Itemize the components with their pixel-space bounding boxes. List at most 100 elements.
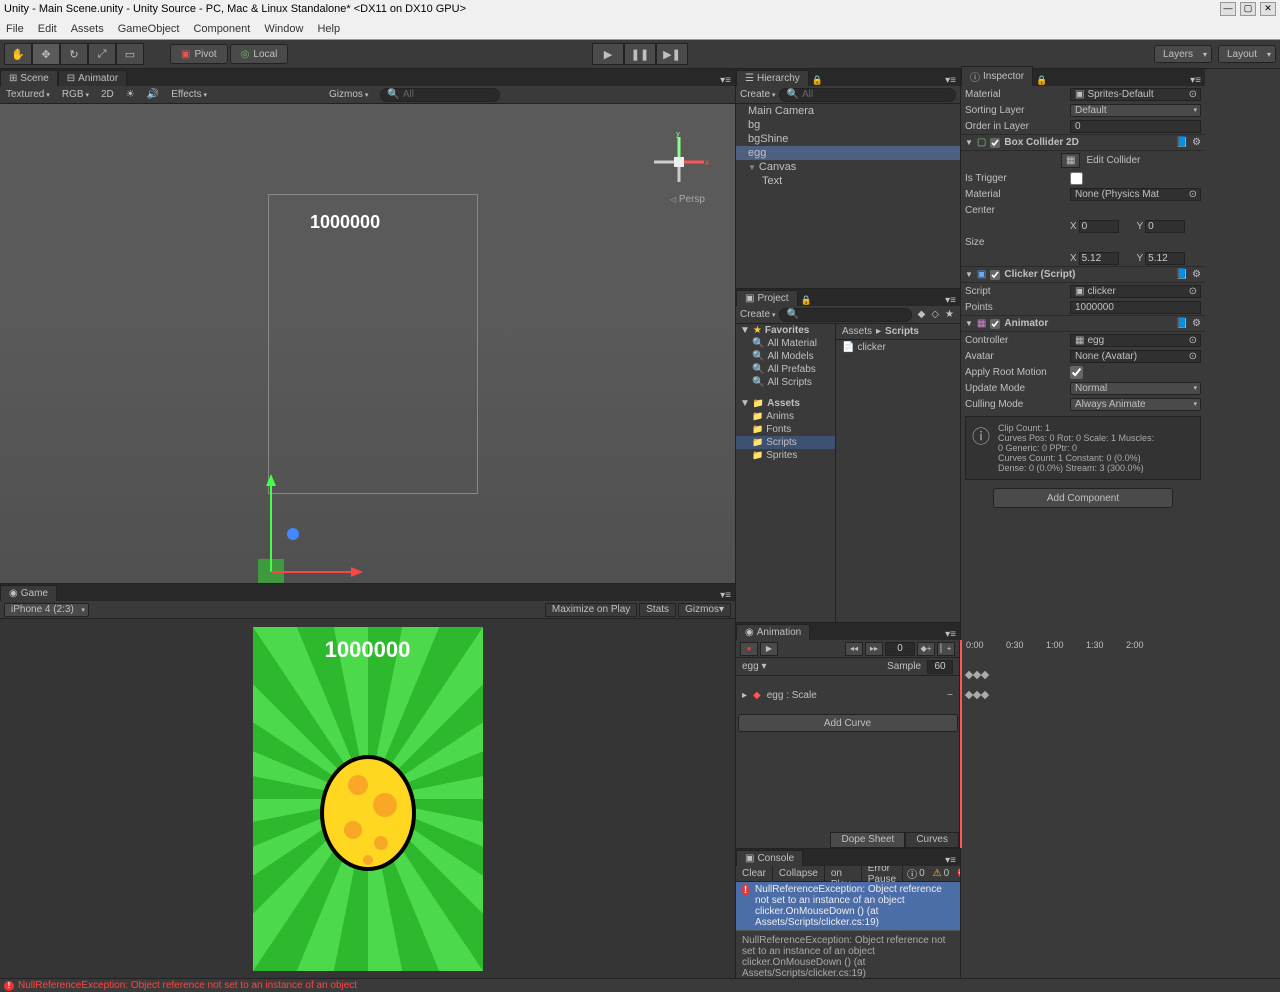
- hand-tool[interactable]: ✋: [4, 43, 32, 65]
- move-tool[interactable]: ✥: [32, 43, 60, 65]
- component-header-animator[interactable]: ▼ ▦ Animator 📘 ⚙: [961, 315, 1205, 332]
- tab-inspector[interactable]: ⓘInspector: [961, 66, 1033, 86]
- favorite-item[interactable]: 🔍All Material: [736, 337, 835, 350]
- scene-search[interactable]: 🔍All: [380, 88, 500, 102]
- stats-toggle[interactable]: Stats: [639, 603, 676, 617]
- rotate-tool[interactable]: ↻: [60, 43, 88, 65]
- anim-play-button[interactable]: ▶: [760, 642, 778, 656]
- frame-field[interactable]: [885, 642, 915, 656]
- pause-button[interactable]: ❚❚: [624, 43, 656, 65]
- panel-menu-icon[interactable]: ▾≡: [941, 295, 960, 306]
- shading-dropdown[interactable]: Textured: [6, 89, 50, 100]
- points-field[interactable]: 1000000: [1070, 301, 1201, 314]
- local-button[interactable]: ◎Local: [230, 44, 289, 64]
- help-icon[interactable]: 📘: [1176, 318, 1188, 329]
- save-search-icon[interactable]: ★: [943, 309, 956, 320]
- gear-icon[interactable]: ⚙: [1192, 269, 1201, 280]
- error-pause-button[interactable]: Error Pause: [862, 866, 903, 881]
- component-header-clicker[interactable]: ▼ ▣ Clicker (Script) 📘 ⚙: [961, 266, 1205, 283]
- component-enable-checkbox[interactable]: [990, 138, 1000, 148]
- aspect-dropdown[interactable]: iPhone 4 (2:3): [4, 603, 89, 617]
- render-mode-dropdown[interactable]: RGB: [62, 89, 89, 100]
- transform-gizmo[interactable]: [258, 474, 368, 583]
- material-field[interactable]: ▣Sprites-Default: [1070, 88, 1201, 101]
- help-icon[interactable]: 📘: [1176, 269, 1188, 280]
- game-gizmos-toggle[interactable]: Gizmos ▾: [678, 603, 731, 617]
- gear-icon[interactable]: ⚙: [1192, 318, 1201, 329]
- hierarchy-item[interactable]: bgShine: [736, 132, 960, 146]
- add-curve-button[interactable]: Add Curve: [738, 714, 958, 732]
- center-y-field[interactable]: [1145, 220, 1185, 233]
- minimize-button[interactable]: —: [1220, 2, 1236, 16]
- gear-icon[interactable]: ⚙: [1192, 137, 1201, 148]
- hierarchy-create[interactable]: Create: [740, 89, 775, 100]
- asset-item[interactable]: 📄clicker: [836, 340, 960, 355]
- favorite-item[interactable]: 🔍All Prefabs: [736, 363, 835, 376]
- project-create[interactable]: Create: [740, 309, 775, 320]
- dope-sheet-tab[interactable]: Dope Sheet: [830, 832, 905, 848]
- sample-field[interactable]: [927, 660, 953, 674]
- layers-dropdown[interactable]: Layers: [1154, 45, 1212, 63]
- curves-tab[interactable]: Curves: [905, 832, 959, 848]
- tab-project[interactable]: ▣Project: [736, 290, 798, 306]
- tab-console[interactable]: ▣Console: [736, 850, 803, 866]
- menu-help[interactable]: Help: [317, 23, 340, 35]
- rect-tool[interactable]: ▭: [116, 43, 144, 65]
- search-asset-icon[interactable]: ◆: [916, 309, 928, 320]
- add-event-button[interactable]: ▏+: [937, 642, 955, 656]
- hierarchy-item[interactable]: Text: [736, 174, 960, 188]
- breadcrumb-item[interactable]: Scripts: [885, 326, 919, 337]
- folder-item[interactable]: 📁Fonts: [736, 423, 835, 436]
- help-icon[interactable]: 📘: [1176, 137, 1188, 148]
- gizmos-dropdown[interactable]: Gizmos: [329, 89, 368, 100]
- pivot-button[interactable]: ▣Pivot: [170, 44, 228, 64]
- panel-menu-icon[interactable]: ▾≡: [941, 855, 960, 866]
- panel-menu-icon[interactable]: ▾≡: [1186, 75, 1205, 86]
- sorting-layer-dropdown[interactable]: Default: [1070, 104, 1201, 117]
- tab-scene[interactable]: ⊞Scene: [0, 70, 58, 86]
- menu-file[interactable]: File: [6, 23, 24, 35]
- panel-menu-icon[interactable]: ▾≡: [941, 629, 960, 640]
- add-component-button[interactable]: Add Component: [993, 488, 1173, 508]
- lock-icon[interactable]: 🔒: [809, 75, 826, 86]
- foldout-icon[interactable]: ▼: [965, 319, 973, 328]
- hierarchy-search[interactable]: 🔍All: [779, 88, 956, 102]
- clear-on-play-button[interactable]: Clear on Play: [825, 866, 862, 881]
- avatar-field[interactable]: None (Avatar): [1070, 350, 1201, 363]
- menu-gameobject[interactable]: GameObject: [118, 23, 180, 35]
- orientation-gizmo[interactable]: y x: [649, 132, 709, 192]
- hierarchy-item[interactable]: egg: [736, 146, 960, 160]
- lock-icon[interactable]: 🔒: [798, 295, 815, 306]
- foldout-icon[interactable]: ▼: [748, 163, 756, 172]
- prev-key-button[interactable]: ◂◂: [845, 642, 863, 656]
- warn-count[interactable]: ⚠0: [929, 866, 954, 881]
- size-y-field[interactable]: [1145, 252, 1185, 265]
- panel-menu-icon[interactable]: ▾≡: [941, 75, 960, 86]
- collider-material-field[interactable]: None (Physics Mat: [1070, 188, 1201, 201]
- favorite-item[interactable]: 🔍All Scripts: [736, 376, 835, 389]
- search-type-icon[interactable]: ◇: [929, 309, 941, 320]
- panel-menu-icon[interactable]: ▾≡: [716, 590, 735, 601]
- animation-track[interactable]: ▸ ◆ egg : Scale−: [736, 686, 959, 704]
- center-x-field[interactable]: [1079, 220, 1119, 233]
- controller-field[interactable]: ▦egg: [1070, 334, 1201, 347]
- favorite-item[interactable]: 🔍All Models: [736, 350, 835, 363]
- tab-game[interactable]: ◉Game: [0, 585, 57, 601]
- layout-dropdown[interactable]: Layout: [1218, 45, 1276, 63]
- console-entry[interactable]: ! NullReferenceException: Object referen…: [736, 882, 960, 930]
- statusbar[interactable]: !NullReferenceException: Object referenc…: [0, 978, 1280, 992]
- tab-animation[interactable]: ◉Animation: [736, 624, 810, 640]
- step-button[interactable]: ▶❚: [656, 43, 688, 65]
- panel-menu-icon[interactable]: ▾≡: [716, 75, 735, 86]
- order-field[interactable]: 0: [1070, 120, 1201, 133]
- info-count[interactable]: ⓘ0: [903, 866, 929, 881]
- component-enable-checkbox[interactable]: [990, 270, 1000, 280]
- size-x-field[interactable]: [1079, 252, 1119, 265]
- culling-mode-dropdown[interactable]: Always Animate: [1070, 398, 1201, 411]
- record-button[interactable]: ●: [740, 642, 758, 656]
- folder-item[interactable]: 📁Scripts: [736, 436, 835, 449]
- edit-collider-icon[interactable]: ▦: [1061, 153, 1080, 168]
- add-key-button[interactable]: ◆+: [917, 642, 935, 656]
- hierarchy-item[interactable]: ▼Canvas: [736, 160, 960, 174]
- foldout-icon[interactable]: ▼: [965, 138, 973, 147]
